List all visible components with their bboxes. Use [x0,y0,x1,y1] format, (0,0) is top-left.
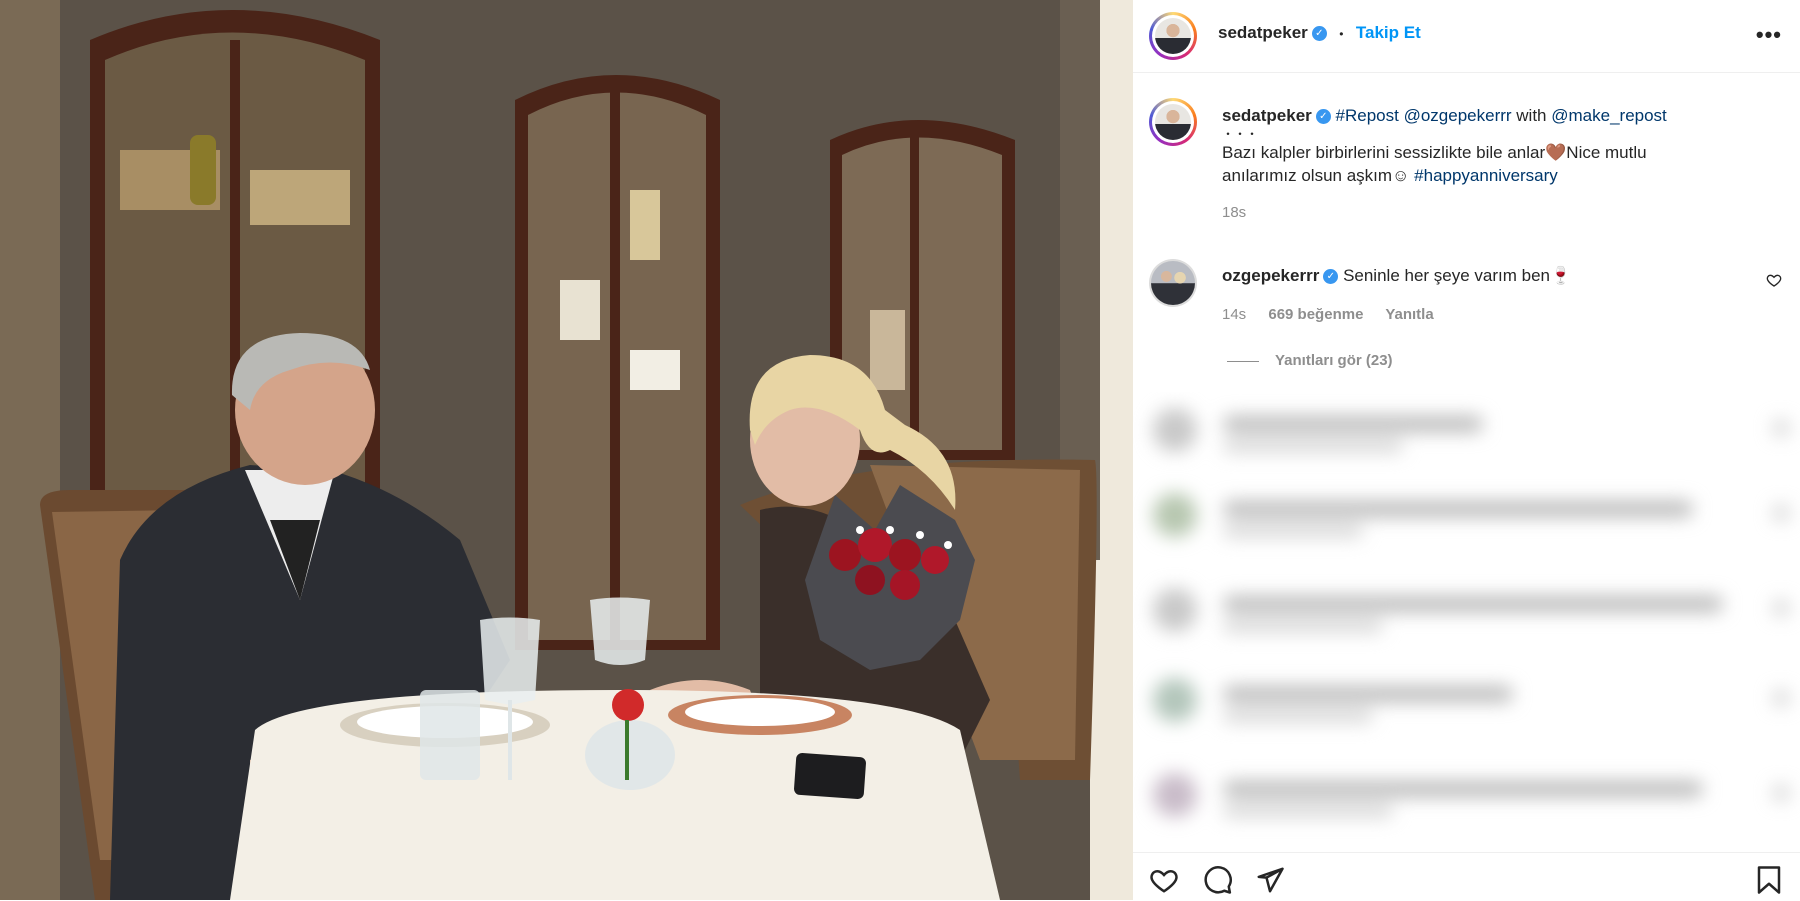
post-photo[interactable] [0,0,1133,900]
comment-icon[interactable] [1203,865,1233,895]
post-caption: sedatpeker ✓ #Repost @ozgepekerrr with @m… [1222,104,1762,224]
cabinet-center [515,75,720,650]
bookmark-icon[interactable] [1754,865,1784,895]
comment-text: Seninle her şeye varım ben🍷 [1343,266,1572,285]
blurred-comment-row [1133,662,1800,732]
header-separator: • [1339,27,1344,41]
comment-likes[interactable]: 669 beğenme [1268,306,1363,323]
follow-button[interactable]: Takip Et [1356,23,1421,42]
repost-hashtag[interactable]: #Repost [1336,106,1399,125]
restaurant-photo-illustration [0,0,1133,900]
verified-badge-icon: ✓ [1323,269,1339,285]
caption-username[interactable]: sedatpeker [1222,106,1312,125]
caption-time: 18s [1222,204,1247,221]
blurred-comment-row [1133,757,1800,827]
header-user-line: sedatpeker ✓ • Takip Et [1218,23,1421,43]
comment-reply-button[interactable]: Yanıtla [1385,306,1433,323]
comment-body: ozgepekerrr ✓ Seninle her şeye varım ben🍷 [1222,264,1742,287]
post-side-panel: sedatpeker ✓ • Takip Et ••• sedatpeker ✓ #… [1133,0,1800,901]
anniversary-hashtag[interactable]: #happyanniversary [1414,166,1558,185]
blurred-comments [1133,392,1800,852]
caption-first-line: sedatpeker ✓ #Repost @ozgepekerrr with @m… [1222,104,1762,127]
commenter-avatar[interactable] [1149,259,1197,307]
replies-line [1227,360,1259,362]
blurred-comment-row [1133,477,1800,547]
caption-text-line-1: Bazı kalpler birbirlerini sessizlikte bi… [1222,143,1647,162]
with-word: with [1516,106,1547,125]
view-replies-button[interactable]: Yanıtları gör (23) [1227,352,1393,369]
comment-like-heart-icon[interactable] [1766,272,1782,288]
caption-text-line-2-body: anılarımız olsun aşkım☺ [1222,166,1410,185]
caption-text-line-2: anılarımız olsun aşkım☺ #happyanniversar… [1222,164,1762,187]
comment-meta: 14s 669 beğenme Yanıtla [1222,306,1452,323]
caption-dots: ・・・ [1222,127,1259,141]
caption-author-avatar[interactable] [1149,98,1197,146]
more-horizontal-icon[interactable]: ••• [1756,22,1782,48]
post-action-bar [1133,852,1800,901]
repost-app-user[interactable]: @make_repost [1551,106,1667,125]
view-replies-label: Yanıtları gör (23) [1275,352,1393,369]
header-username[interactable]: sedatpeker [1218,23,1308,42]
post-header: sedatpeker ✓ • Takip Et ••• [1133,0,1800,73]
verified-badge-icon: ✓ [1311,26,1327,42]
blurred-comment-row [1133,572,1800,642]
author-avatar[interactable] [1149,12,1197,60]
comment-time: 14s [1222,306,1247,323]
verified-badge-icon: ✓ [1315,109,1331,125]
send-icon[interactable] [1255,865,1285,895]
repost-source-user[interactable]: @ozgepekerrr [1404,106,1512,125]
blurred-comment-row [1133,392,1800,462]
heart-icon[interactable] [1149,865,1179,895]
commenter-username[interactable]: ozgepekerrr [1222,266,1319,285]
